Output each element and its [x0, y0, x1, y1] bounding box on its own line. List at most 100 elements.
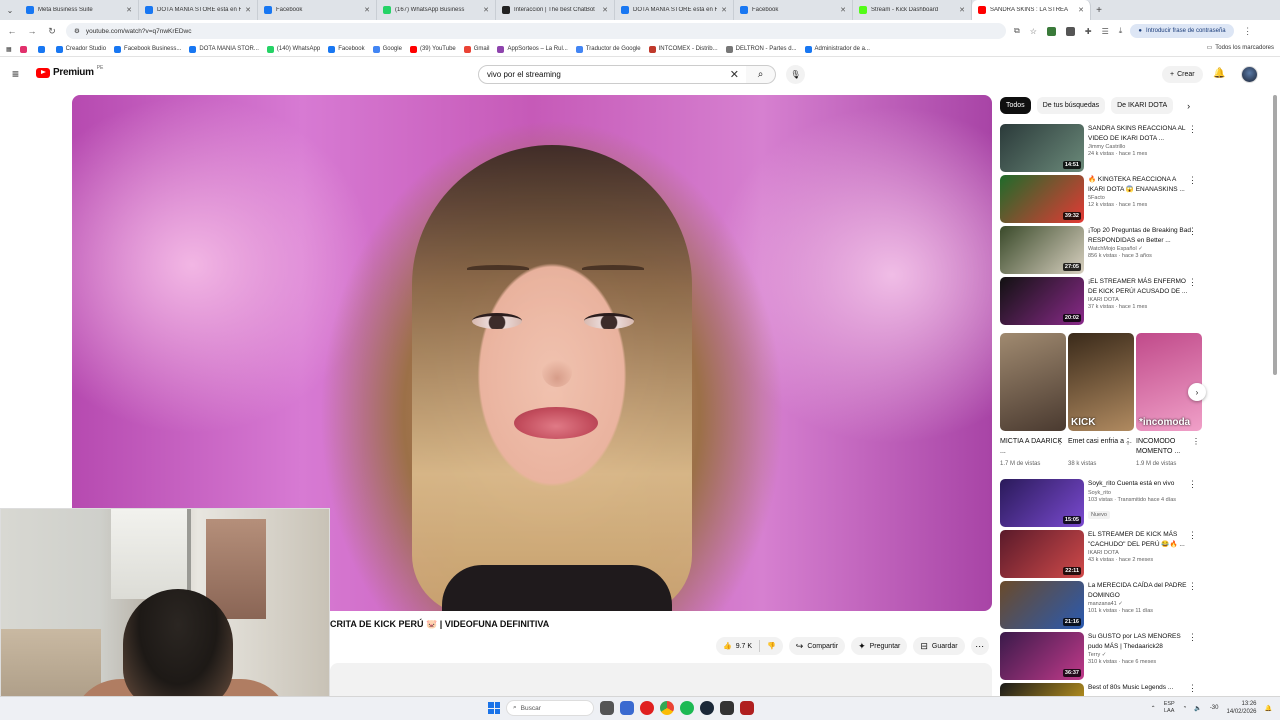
tab-search-icon[interactable]: ⌄: [0, 6, 20, 15]
share-button[interactable]: ↪ Compartir: [788, 637, 846, 655]
video-thumbnail[interactable]: 27:05: [1000, 226, 1084, 274]
more-options-icon[interactable]: ⋮: [1188, 683, 1197, 694]
recommended-video[interactable]: 22:11 EL STREAMER DE KICK MÁS "CACHUDO" D…: [1000, 530, 1205, 578]
browser-tab[interactable]: Meta Business Suite ✕: [20, 0, 139, 20]
bookmark-item[interactable]: Creador Studio: [55, 45, 106, 53]
taskbar-search-input[interactable]: ⌕ Buscar: [506, 700, 594, 716]
dota-icon[interactable]: [740, 701, 754, 715]
volume-icon[interactable]: 🔈: [1194, 705, 1201, 712]
notifications-bell-icon[interactable]: 🔔: [1213, 68, 1225, 79]
bookmark-item[interactable]: Gmail: [463, 45, 489, 53]
more-options-icon[interactable]: ⋮: [1188, 124, 1197, 135]
tab-close-icon[interactable]: ✕: [245, 6, 251, 14]
browser-tab[interactable]: Interacción | The best ChatBot ✕: [496, 0, 615, 20]
discord-icon[interactable]: [620, 701, 634, 715]
video-thumbnail[interactable]: 36:37: [1000, 632, 1084, 680]
tab-close-icon[interactable]: ✕: [602, 6, 608, 14]
language-indicator[interactable]: ESP LAA: [1164, 701, 1175, 715]
chrome-icon[interactable]: [660, 701, 674, 715]
more-options-icon[interactable]: ⋮: [1188, 530, 1197, 541]
account-avatar[interactable]: [1241, 66, 1258, 83]
bookmark-item[interactable]: Facebook Business...: [114, 45, 181, 53]
more-options-icon[interactable]: ⋮: [1188, 277, 1197, 288]
recommended-video[interactable]: 36:37 Su GUSTO por LAS MENORES pudo MÁS |…: [1000, 632, 1205, 680]
recommended-video[interactable]: 14:51 SANDRA SKINS REACCIONA AL VIDEO DE …: [1000, 124, 1205, 172]
short-thumbnail[interactable]: KICK: [1068, 333, 1134, 431]
more-options-icon[interactable]: ⋮: [1124, 437, 1132, 446]
video-thumbnail[interactable]: 39:32: [1000, 175, 1084, 223]
tab-close-icon[interactable]: ✕: [1078, 6, 1084, 14]
channel-name[interactable]: manzana41 ✓: [1088, 601, 1192, 607]
create-button[interactable]: + Crear: [1162, 66, 1203, 83]
all-bookmarks[interactable]: ▭ Todos los marcadores: [1207, 44, 1274, 52]
apps-grid-icon[interactable]: ▦: [6, 46, 12, 53]
task-view-icon[interactable]: [600, 701, 614, 715]
more-options-icon[interactable]: ⋮: [1056, 437, 1064, 446]
site-info-icon[interactable]: ⚙: [74, 27, 80, 35]
channel-name[interactable]: 5Facto: [1088, 195, 1192, 201]
wifi-icon[interactable]: ◔: [1183, 705, 1187, 711]
spotify-icon[interactable]: [680, 701, 694, 715]
recommended-video[interactable]: 15:05 Soyk_rito Cuenta está en vivo Soyk_r…: [1000, 479, 1205, 527]
bookmark-star-icon[interactable]: ☆: [1030, 27, 1037, 36]
video-title[interactable]: Best of 80s Music Legends ...: [1088, 683, 1192, 693]
chip-todos[interactable]: Todos: [1000, 97, 1031, 114]
short-thumbnail[interactable]: [1000, 333, 1066, 431]
browser-tab[interactable]: Stream - Kick Dashboard ✕: [853, 0, 972, 20]
browser-tab[interactable]: DOTA MANIA STORE está en Fa ✕: [615, 0, 734, 20]
more-options-icon[interactable]: ⋮: [1188, 632, 1197, 643]
video-title[interactable]: Soyk_rito Cuenta está en vivo: [1088, 479, 1192, 489]
video-title[interactable]: ¡EL STREAMER MÁS ENFERMO DE KICK PERÚ! A…: [1088, 277, 1192, 296]
tab-close-icon[interactable]: ✕: [721, 6, 727, 14]
ask-button[interactable]: ✦ Preguntar: [851, 637, 908, 655]
browser-tab[interactable]: SANDRA SKINS : LA STREA ✕: [972, 0, 1091, 20]
more-options-icon[interactable]: ⋮: [1188, 581, 1197, 592]
video-thumbnail[interactable]: 14:51: [1000, 124, 1084, 172]
search-button[interactable]: ⌕: [746, 65, 776, 84]
bookmark-item[interactable]: INTCOMEX - Distrib...: [648, 45, 718, 53]
recommended-video[interactable]: 21:16 La MERECIDA CAÍDA del PADRE DOMINGO…: [1000, 581, 1205, 629]
bookmark-item[interactable]: (140) WhatsApp: [266, 45, 320, 53]
tab-close-icon[interactable]: ✕: [840, 6, 846, 14]
bookmark-item[interactable]: DOTA MANIA STOR...: [189, 45, 259, 53]
more-options-icon[interactable]: ⋮: [1188, 175, 1197, 186]
notification-bell-icon[interactable]: 🔔: [1265, 705, 1272, 712]
chevron-right-icon[interactable]: ›: [1187, 101, 1190, 111]
clock[interactable]: 13:26 14/02/2026: [1226, 700, 1256, 716]
tab-close-icon[interactable]: ✕: [483, 6, 489, 14]
short-thumbnail[interactable]: *incomoda: [1136, 333, 1202, 431]
video-title[interactable]: Su GUSTO por LAS MENORES pudo MÁS | Thed…: [1088, 632, 1192, 651]
recommended-video[interactable]: 27:05 ¡Top 20 Preguntas de Breaking Bad R…: [1000, 226, 1205, 274]
shelf-next-chevron-icon[interactable]: ›: [1188, 383, 1206, 401]
video-title[interactable]: ¡Top 20 Preguntas de Breaking Bad RESPON…: [1088, 226, 1192, 245]
more-options-icon[interactable]: ⋮: [1188, 226, 1197, 237]
channel-name[interactable]: IKARI DOTA: [1088, 550, 1192, 556]
reload-icon[interactable]: ↻: [46, 26, 58, 37]
video-thumbnail[interactable]: 15:05: [1000, 479, 1084, 527]
bookmark-item[interactable]: [37, 45, 48, 53]
bookmark-item[interactable]: Administrador de a...: [804, 45, 870, 53]
channel-name[interactable]: IKARI DOTA: [1088, 297, 1192, 303]
video-thumbnail[interactable]: 21:16: [1000, 581, 1084, 629]
bookmark-item[interactable]: [19, 45, 30, 53]
profile-button[interactable]: ● Introducir frase de contraseña: [1130, 24, 1234, 38]
voice-search-button[interactable]: 🎙: [786, 65, 805, 84]
bookmark-item[interactable]: Google: [372, 45, 402, 53]
recommended-video[interactable]: 39:32 🔥 KINGTEKA REACCIONA A IKARI DOTA 😱…: [1000, 175, 1205, 223]
browser-tab[interactable]: Facebook ✕: [258, 0, 377, 20]
forward-icon[interactable]: →: [26, 26, 38, 36]
steam-icon[interactable]: [700, 701, 714, 715]
guide-menu-icon[interactable]: ≡: [12, 68, 24, 80]
recommended-video[interactable]: 20:02 ¡EL STREAMER MÁS ENFERMO DE KICK PE…: [1000, 277, 1205, 325]
address-bar[interactable]: ⚙ youtube.com/watch?v=q7nwKrEDwc: [66, 23, 1006, 39]
back-icon[interactable]: ←: [6, 26, 18, 36]
more-options-icon[interactable]: ⋮: [1188, 479, 1197, 490]
video-thumbnail[interactable]: 20:02: [1000, 277, 1084, 325]
windows-start-icon[interactable]: [488, 702, 500, 714]
menu-list-icon[interactable]: ☰: [1102, 27, 1109, 36]
chip-from-searches[interactable]: De tus búsquedas: [1036, 97, 1106, 114]
video-title[interactable]: La MERECIDA CAÍDA del PADRE DOMINGO: [1088, 581, 1192, 600]
app-icon[interactable]: [720, 701, 734, 715]
video-title[interactable]: SANDRA SKINS REACCIONA AL VIDEO DE IKARI…: [1088, 124, 1192, 143]
tab-close-icon[interactable]: ✕: [959, 6, 965, 14]
